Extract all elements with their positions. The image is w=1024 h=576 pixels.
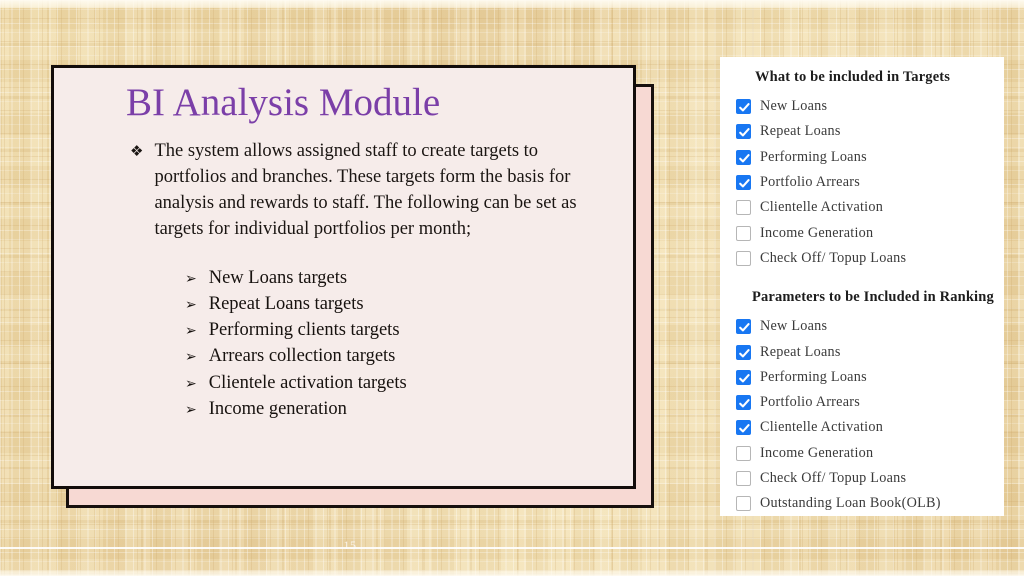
ranking-option-label: Repeat Loans — [760, 343, 841, 360]
targets-option-label: Clientelle Activation — [760, 199, 884, 216]
ranking-option-row[interactable]: New Loans — [736, 314, 1004, 339]
targets-option-label: Performing Loans — [760, 148, 867, 165]
ranking-option-label: Check Off/ Topup Loans — [760, 470, 907, 486]
arrow-bullet-icon: ➢ — [185, 401, 197, 418]
section-divider-space — [720, 271, 1004, 289]
arrow-bullet-icon: ➢ — [185, 375, 197, 392]
diamond-bullet-icon: ❖ — [130, 142, 144, 160]
list-item-label: New Loans targets — [208, 268, 348, 288]
list-item: ➢ Income generation — [185, 397, 407, 422]
checkbox-unchecked-icon[interactable] — [736, 225, 751, 241]
list-item-label: Performing clients targets — [208, 320, 400, 341]
checkbox-checked-icon[interactable] — [736, 175, 751, 191]
targets-option-row[interactable]: Portfolio Arrears — [736, 170, 1004, 195]
checkbox-unchecked-icon[interactable] — [736, 471, 751, 486]
arrow-bullet-icon: ➢ — [185, 349, 197, 366]
targets-option-row[interactable]: Income Generation — [736, 220, 1004, 245]
targets-section-heading: What to be included in Targets — [755, 69, 951, 85]
presentation-slide: BI Analysis Module ❖ The system allows a… — [0, 0, 1024, 576]
targets-option-row[interactable]: Performing Loans — [736, 145, 1004, 170]
list-item: ➢ Repeat Loans targets — [185, 292, 407, 317]
checkbox-unchecked-icon[interactable] — [736, 496, 751, 512]
ranking-option-label: New Loans — [760, 318, 828, 335]
page-number: 15 — [343, 538, 357, 552]
targets-section: What to be included in Targets New Loans… — [720, 69, 1004, 271]
ranking-option-label: Outstanding Loan Book(OLB) — [760, 495, 941, 512]
checkbox-unchecked-icon[interactable] — [736, 445, 751, 461]
ranking-option-label: Clientelle Activation — [760, 419, 884, 436]
ranking-option-label: Income Generation — [760, 444, 874, 461]
intro-bullet: ❖ The system allows assigned staff to cr… — [130, 139, 600, 243]
options-panel: What to be included in Targets New Loans… — [720, 57, 1004, 516]
list-item-label: Clientele activation targets — [208, 372, 407, 393]
intro-paragraph: The system allows assigned staff to crea… — [154, 141, 577, 239]
checkbox-checked-icon[interactable] — [736, 420, 751, 436]
targets-option-label: New Loans — [760, 98, 828, 115]
checkbox-checked-icon[interactable] — [736, 99, 751, 115]
page-title: BI Analysis Module — [126, 81, 441, 124]
ranking-option-row[interactable]: Outstanding Loan Book(OLB) — [736, 491, 1004, 516]
ranking-option-row[interactable]: Clientelle Activation — [736, 415, 1004, 440]
slide-bottom-edge-strip — [0, 570, 1024, 576]
list-item: ➢ Performing clients targets — [185, 318, 407, 343]
checkbox-checked-icon[interactable] — [736, 124, 751, 140]
ranking-option-row[interactable]: Portfolio Arrears — [736, 390, 1004, 415]
list-item-label: Repeat Loans targets — [208, 294, 364, 315]
targets-checklist: New Loans Repeat Loans Performing Loans Por… — [736, 94, 1004, 271]
checkbox-checked-icon[interactable] — [736, 149, 751, 165]
ranking-option-row[interactable]: Income Generation — [736, 441, 1004, 466]
list-item: ➢ New Loans targets — [185, 266, 407, 291]
ranking-option-label: Performing Loans — [760, 368, 867, 385]
ranking-option-row[interactable]: Check Off/ Topup Loans — [736, 466, 1004, 491]
ranking-option-label: Portfolio Arrears — [760, 394, 860, 411]
target-list: ➢ New Loans targets ➢ Repeat Loans targets ➢… — [185, 266, 407, 423]
targets-option-row[interactable]: Check Off/ Topup Loans — [736, 246, 1004, 271]
list-item: ➢ Arrears collection targets — [185, 344, 407, 369]
targets-option-row[interactable]: Clientelle Activation — [736, 195, 1004, 220]
targets-option-row[interactable]: New Loans — [736, 94, 1004, 119]
checkbox-checked-icon[interactable] — [736, 395, 751, 411]
list-item-label: Arrears collection targets — [208, 346, 396, 367]
list-item-label: Income generation — [208, 398, 347, 419]
ranking-option-row[interactable]: Performing Loans — [736, 365, 1004, 390]
arrow-bullet-icon: ➢ — [185, 323, 197, 340]
arrow-bullet-icon: ➢ — [185, 297, 197, 314]
arrow-bullet-icon: ➢ — [185, 271, 197, 287]
checkbox-unchecked-icon[interactable] — [736, 250, 751, 266]
checkbox-checked-icon[interactable] — [736, 369, 751, 385]
ranking-option-row[interactable]: Repeat Loans — [736, 339, 1004, 364]
checkbox-checked-icon[interactable] — [736, 319, 751, 335]
targets-option-label: Portfolio Arrears — [760, 174, 860, 191]
slide-top-edge-strip — [0, 0, 1024, 8]
ranking-checklist: New Loans Repeat Loans Performing Loans Por… — [736, 314, 1004, 516]
checkbox-unchecked-icon[interactable] — [736, 200, 751, 216]
footer-divider — [0, 547, 1024, 549]
ranking-section-heading: Parameters to be Included in Ranking — [752, 289, 994, 306]
targets-option-label: Repeat Loans — [760, 123, 841, 140]
targets-option-label: Check Off/ Topup Loans — [760, 249, 907, 266]
ranking-section: Parameters to be Included in Ranking New… — [720, 289, 1004, 516]
checkbox-checked-icon[interactable] — [736, 344, 751, 360]
list-item: ➢ Clientele activation targets — [185, 371, 407, 396]
targets-option-label: Income Generation — [760, 224, 874, 241]
targets-option-row[interactable]: Repeat Loans — [736, 119, 1004, 144]
content-card: BI Analysis Module ❖ The system allows a… — [51, 65, 636, 489]
